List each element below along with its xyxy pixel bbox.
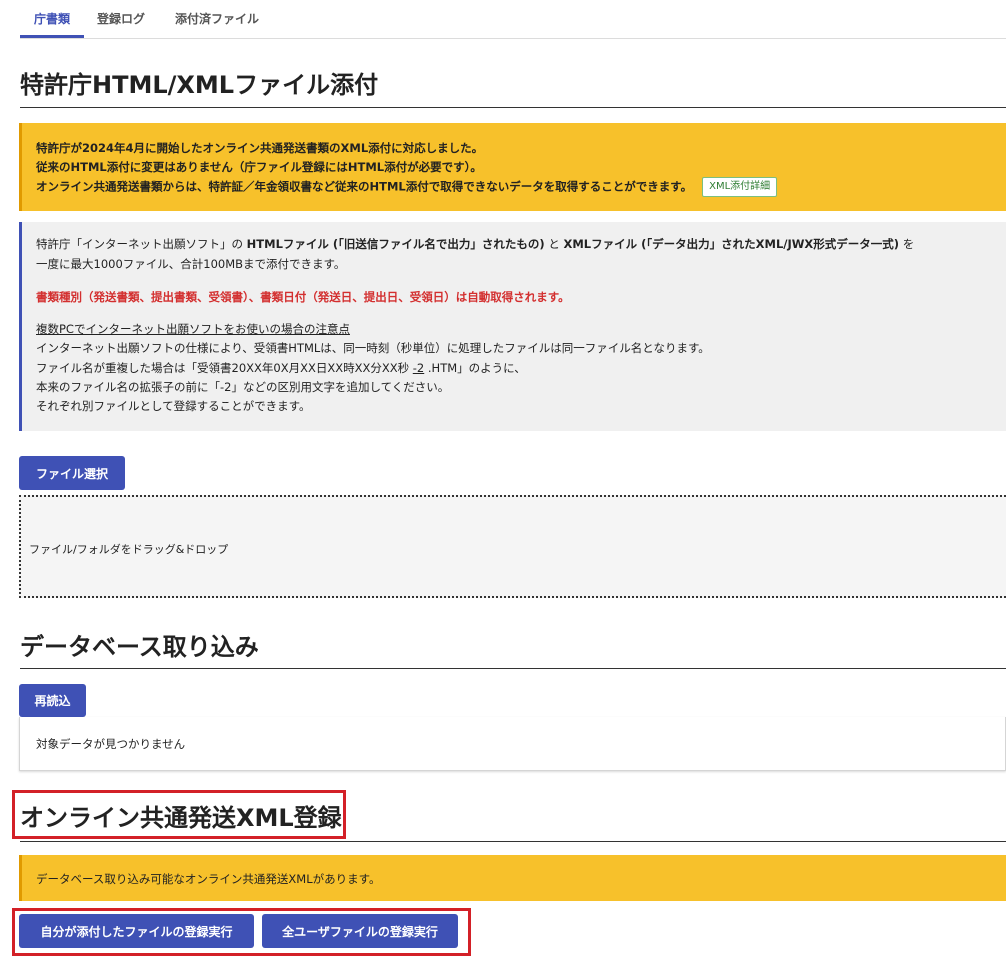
caution-line-2: ファイル名が重複した場合は「受領書20XX年0X月XX日XX時XX分XX秒 -2…: [36, 361, 526, 375]
multi-pc-caution-title: 複数PCでインターネット出願ソフトをお使いの場合の注意点: [36, 322, 350, 336]
divider: [20, 107, 1006, 108]
divider: [20, 668, 1006, 669]
tab-bar: 庁書類 登録ログ 添付済ファイル: [20, 0, 1006, 39]
file-drop-zone[interactable]: ファイル/フォルダをドラッグ&ドロップ: [19, 495, 1006, 598]
divider: [20, 841, 1006, 842]
register-all-users-files-button[interactable]: 全ユーザファイルの登録実行: [262, 914, 458, 948]
attach-instructions: 特許庁「インターネット出願ソフト」の HTMLファイル (｢旧送信ファイル名で出…: [19, 222, 1006, 431]
empty-state-text: 対象データが見つかりません: [36, 737, 186, 751]
section-title-xml-registration: オンライン共通発送XML登録: [20, 804, 342, 832]
section-title-file-attach: 特許庁HTML/XMLファイル添付: [20, 71, 379, 99]
dropzone-label: ファイル/フォルダをドラッグ&ドロップ: [29, 543, 229, 556]
tab-office-documents[interactable]: 庁書類: [34, 10, 70, 27]
file-select-button[interactable]: ファイル選択: [19, 456, 125, 490]
import-data-panel: 対象データが見つかりません: [19, 717, 1006, 771]
register-own-files-button[interactable]: 自分が添付したファイルの登録実行: [19, 914, 254, 948]
caution-line-3: 本来のファイル名の拡張子の前に「-2」などの区別用文字を追加してください。: [36, 380, 450, 394]
xml-available-text: データベース取り込み可能なオンライン共通発送XMLがあります。: [36, 872, 381, 886]
notice-line-1: 特許庁が2024年4月に開始したオンライン共通発送書類のXML添付に対応しました…: [36, 141, 484, 155]
reload-button[interactable]: 再読込: [19, 684, 86, 717]
caution-line-4: それぞれ別ファイルとして登録することができます。: [36, 399, 311, 413]
auto-acquisition-note: 書類種別（発送書類、提出書類、受領書）、書類日付（発送日、提出日、受領日）は自動…: [36, 290, 570, 304]
caution-line-1: インターネット出願ソフトの仕様により、受領書HTMLは、同一時刻（秒単位）に処理…: [36, 341, 710, 355]
xml-available-notice: データベース取り込み可能なオンライン共通発送XMLがあります。: [19, 855, 1006, 901]
instructions-paragraph-1: 特許庁「インターネット出願ソフト」の HTMLファイル (｢旧送信ファイル名で出…: [36, 237, 915, 251]
xml-detail-button[interactable]: XML添付詳細: [702, 177, 778, 197]
xml-support-notice: 特許庁が2024年4月に開始したオンライン共通発送書類のXML添付に対応しました…: [19, 123, 1006, 211]
tab-attached-files[interactable]: 添付済ファイル: [175, 10, 259, 27]
active-tab-indicator: [20, 35, 84, 38]
tab-registration-log[interactable]: 登録ログ: [97, 10, 145, 27]
notice-line-2: 従来のHTML添付に変更はありません（庁ファイル登録にはHTML添付が必要です）…: [36, 160, 482, 174]
notice-line-3: オンライン共通発送書類からは、特許証／年金領収書など従来のHTML添付で取得でき…: [36, 179, 693, 194]
instructions-limit: 一度に最大1000ファイル、合計100MBまで添付できます。: [36, 257, 346, 271]
section-title-database-import: データベース取り込み: [20, 633, 259, 661]
